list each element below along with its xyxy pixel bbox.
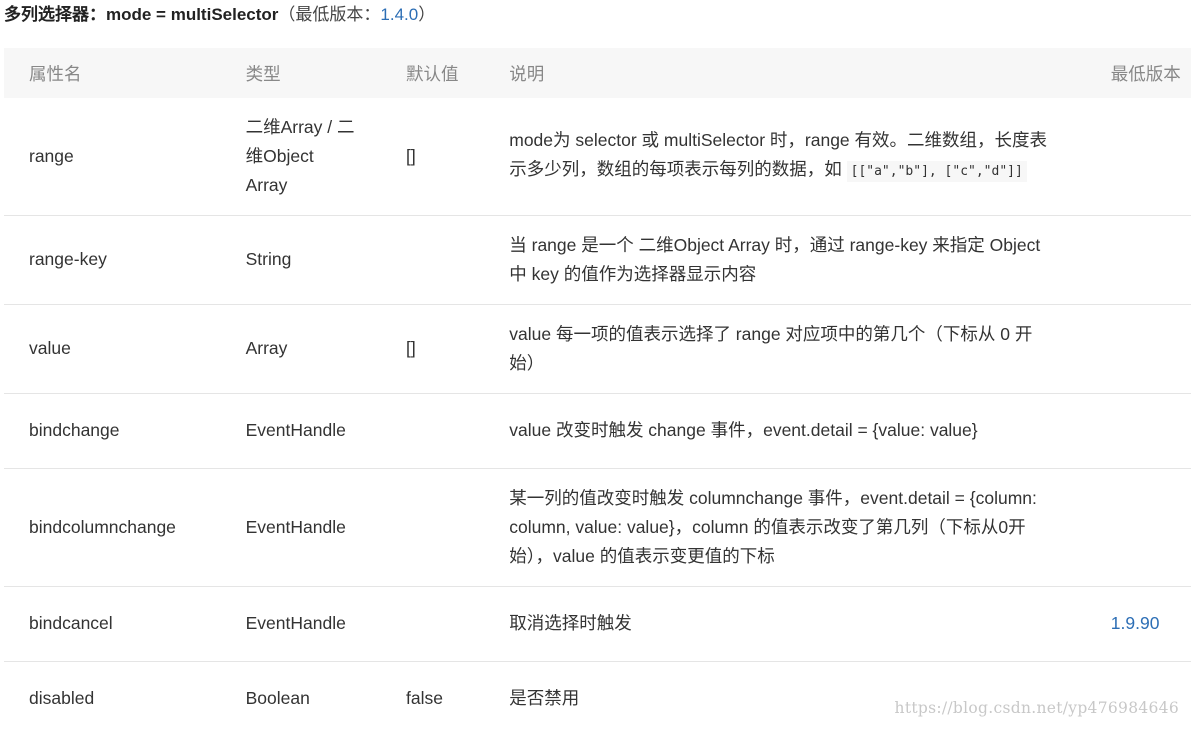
cell-default — [406, 468, 510, 587]
section-heading: 多列选择器：mode = multiSelector（最低版本：1.4.0） — [4, 3, 435, 27]
cell-min-version — [1110, 98, 1191, 216]
table-header: 属性名 类型 默认值 说明 最低版本 — [4, 48, 1191, 98]
attributes-table: 属性名 类型 默认值 说明 最低版本 range 二维Array / 二维Obj… — [4, 48, 1191, 735]
cell-attr-name: bindchange — [4, 393, 246, 469]
cell-default — [406, 215, 510, 305]
cell-description: value 改变时触发 change 事件，event.detail = {va… — [509, 393, 1111, 469]
cell-type: EventHandle — [245, 468, 406, 587]
header-attr-name: 属性名 — [29, 63, 82, 84]
table-body: range 二维Array / 二维Object Array [] mode为 … — [4, 98, 1191, 735]
table-row: bindcolumnchange EventHandle 某一列的值改变时触发 … — [4, 468, 1191, 587]
header-description: 说明 — [509, 63, 545, 84]
table-row: range 二维Array / 二维Object Array [] mode为 … — [4, 98, 1191, 216]
cell-min-version — [1111, 661, 1191, 735]
cell-type: Array — [245, 304, 406, 394]
cell-attr-name: bindcancel — [4, 586, 246, 662]
heading-paren-close: ） — [418, 5, 436, 24]
cell-attr-name: range — [4, 98, 246, 216]
min-version-link[interactable]: 1.9.90 — [1111, 613, 1160, 633]
inline-code: [["a","b"], ["c","d"]] — [846, 161, 1027, 183]
heading-title: 多列选择器：mode = multiSelector — [4, 5, 279, 24]
header-min-version: 最低版本 — [1110, 63, 1181, 84]
cell-description: mode为 selector 或 multiSelector 时，range 有… — [509, 98, 1111, 216]
cell-attr-name: disabled — [29, 687, 95, 708]
cell-default: [] — [406, 304, 510, 394]
cell-description: value 每一项的值表示选择了 range 对应项中的第几个（下标从 0 开始… — [509, 304, 1111, 394]
cell-min-version: 1.9.90 — [1110, 586, 1191, 662]
cell-type: String — [245, 215, 406, 305]
cell-attr-name: value — [4, 304, 246, 394]
cell-default — [406, 586, 510, 662]
cell-description: 取消选择时触发 — [509, 586, 1111, 662]
heading-min-version-link[interactable]: 1.4.0 — [380, 5, 418, 24]
cell-type: EventHandle — [245, 393, 406, 469]
cell-description: 当 range 是一个 二维Object Array 时，通过 range-ke… — [509, 215, 1111, 305]
cell-attr-name: bindcolumnchange — [4, 468, 246, 587]
cell-min-version — [1110, 468, 1191, 587]
table-header-row: 属性名 类型 默认值 说明 最低版本 — [4, 48, 1191, 98]
header-type: 类型 — [245, 63, 281, 84]
cell-min-version — [1110, 215, 1191, 305]
cell-type: Boolean — [245, 687, 310, 708]
cell-description: 是否禁用 — [509, 687, 580, 708]
cell-attr-name: range-key — [4, 215, 246, 305]
attributes-table-wrapper: 属性名 类型 默认值 说明 最低版本 range 二维Array / 二维Obj… — [4, 48, 1191, 735]
table-row: bindcancel EventHandle 取消选择时触发 1.9.90 — [4, 586, 1191, 662]
table-row: bindchange EventHandle value 改变时触发 chang… — [4, 393, 1191, 469]
watermark: https://blog.csdn.net/yp476984646 — [894, 699, 1179, 717]
table-row: value Array [] value 每一项的值表示选择了 range 对应… — [4, 304, 1191, 394]
cell-default — [406, 393, 510, 469]
table-row: disabled Boolean false 是否禁用 — [4, 661, 1191, 735]
cell-type-text: 二维Array / 二维Object Array — [245, 116, 355, 195]
cell-type: 二维Array / 二维Object Array — [245, 98, 406, 216]
cell-type: EventHandle — [245, 586, 406, 662]
cell-default: [] — [406, 98, 510, 216]
cell-default: false — [406, 687, 443, 708]
heading-paren-open: （最低版本： — [278, 5, 381, 24]
header-default: 默认值 — [406, 63, 459, 84]
cell-description: 某一列的值改变时触发 columnchange 事件，event.detail … — [509, 468, 1111, 587]
cell-min-version — [1110, 393, 1191, 469]
cell-min-version — [1110, 304, 1191, 394]
table-row: range-key String 当 range 是一个 二维Object Ar… — [4, 215, 1191, 305]
